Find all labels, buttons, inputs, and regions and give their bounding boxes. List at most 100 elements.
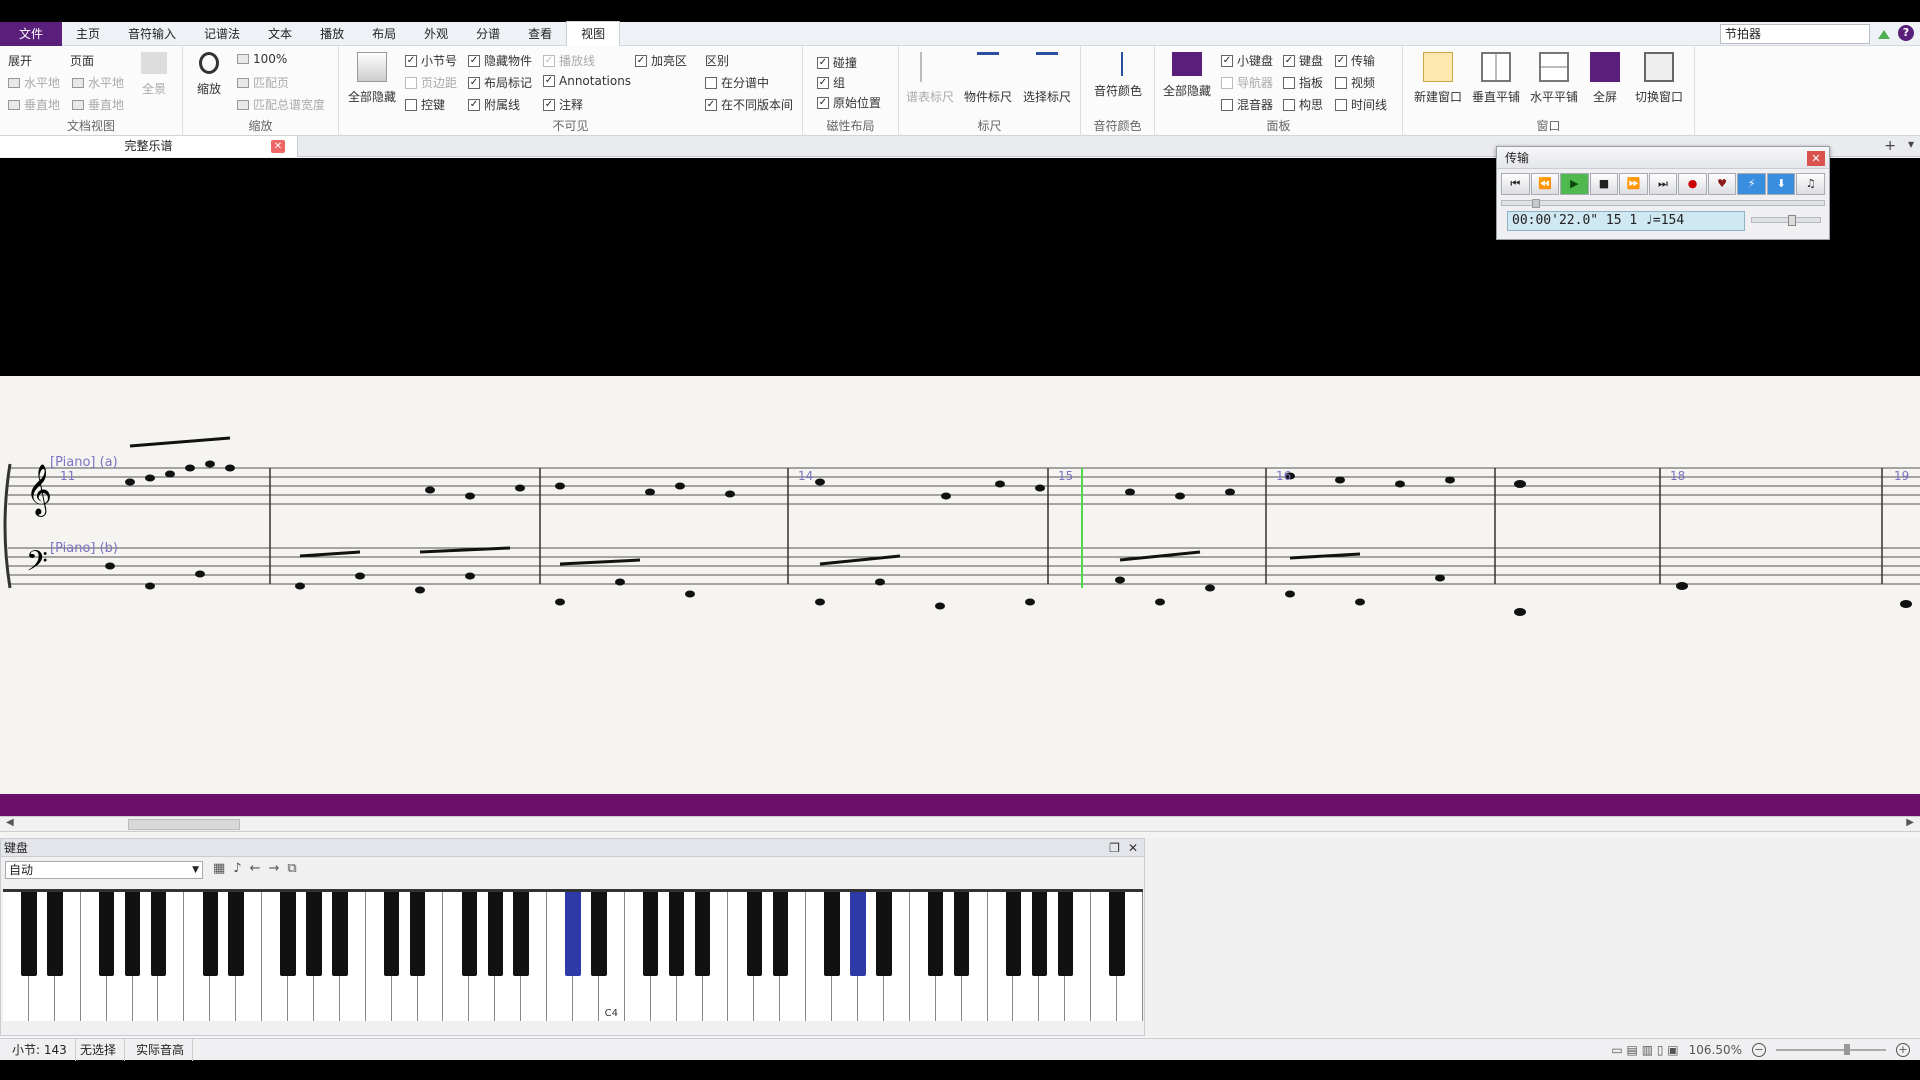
staff-ruler-button[interactable]: 谱表标尺 — [903, 52, 957, 105]
slider-knob[interactable] — [1532, 199, 1540, 208]
check-groups[interactable]: ✓ 组 — [817, 74, 845, 91]
fit-score-width-button[interactable]: 匹配总谱宽度 — [237, 96, 325, 113]
grid-icon[interactable]: ▦ — [213, 861, 225, 876]
zoom-out-icon[interactable]: − — [1752, 1043, 1766, 1057]
black-key[interactable] — [280, 892, 296, 976]
check-keyboard[interactable]: ✓ 键盘 — [1283, 52, 1323, 69]
check-playback-line[interactable]: ✓ 播放线 — [543, 52, 595, 69]
check-highlights[interactable]: ✓ 加亮区 — [635, 52, 687, 69]
black-key[interactable] — [642, 892, 659, 976]
tab-menu-icon[interactable]: ▾ — [1908, 137, 1914, 151]
menu-notations[interactable]: 记谱法 — [190, 22, 254, 46]
metronome-button[interactable]: ♫ — [1796, 173, 1826, 195]
black-key[interactable] — [513, 892, 529, 976]
check-page-margins[interactable]: 页边距 — [405, 74, 457, 91]
menu-view[interactable]: 视图 — [566, 21, 621, 46]
new-window-button[interactable]: 新建窗口 — [1411, 52, 1465, 105]
black-key[interactable] — [487, 892, 504, 976]
close-panel-icon[interactable]: ✕ — [1128, 839, 1138, 857]
vertical-button-1[interactable]: 垂直地 — [8, 96, 60, 113]
object-ruler-button[interactable]: 物件标尺 — [961, 52, 1015, 105]
zoom-slider[interactable] — [1776, 1044, 1886, 1055]
menu-play[interactable]: 播放 — [306, 22, 358, 46]
arrow-right-icon[interactable]: → — [269, 861, 280, 876]
black-key[interactable] — [565, 892, 581, 976]
check-hidden-objects[interactable]: ✓ 隐藏物件 — [468, 52, 532, 69]
scroll-right-icon[interactable]: ▶ — [1906, 817, 1914, 828]
stop-button[interactable]: ■ — [1589, 173, 1619, 195]
record-button[interactable]: ● — [1678, 173, 1707, 195]
note-colors-button[interactable]: 音符颜色 — [1091, 52, 1145, 99]
menu-home[interactable]: 主页 — [62, 22, 114, 46]
check-attachment-lines[interactable]: ✓ 附属线 — [468, 96, 520, 113]
check-differences[interactable]: 区别 — [705, 52, 729, 69]
black-key[interactable] — [150, 892, 167, 976]
black-key[interactable] — [591, 892, 607, 976]
black-key[interactable] — [409, 892, 426, 976]
zoom-in-icon[interactable]: + — [1896, 1043, 1910, 1057]
minimize-ribbon-icon[interactable] — [1878, 30, 1890, 39]
keyboard-scrollbar[interactable] — [3, 1021, 1143, 1035]
check-layout-marks[interactable]: ✓ 布局标记 — [468, 74, 532, 91]
menu-text[interactable]: 文本 — [254, 22, 306, 46]
tab-full-score[interactable]: 完整乐谱 ✕ — [0, 136, 298, 157]
black-key[interactable] — [1031, 892, 1048, 976]
check-collisions[interactable]: ✓ 碰撞 — [817, 54, 857, 71]
panels-hide-all-button[interactable]: 全部隐藏 — [1161, 52, 1213, 99]
menu-file[interactable]: 文件 — [0, 21, 62, 46]
black-key[interactable] — [1057, 892, 1074, 976]
horizontal-button-2[interactable]: 水平地 — [72, 74, 124, 91]
check-ideas[interactable]: 构思 — [1283, 96, 1323, 113]
horizontal-scrollbar[interactable]: ◀ ▶ — [0, 816, 1920, 832]
help-icon[interactable]: ? — [1898, 25, 1914, 41]
invisibles-hide-all-button[interactable]: 全部隐藏 — [347, 52, 397, 105]
black-key[interactable] — [1005, 892, 1022, 976]
horizontal-button-1[interactable]: 水平地 — [8, 74, 60, 91]
tempo-slider[interactable] — [1751, 215, 1821, 226]
menu-review[interactable]: 查看 — [514, 22, 566, 46]
check-timeline[interactable]: 时间线 — [1335, 96, 1387, 113]
score-canvas[interactable]: 𝄞 𝄢 [Piano] (a) [Piano] (b) 11 14 15 16 … — [0, 376, 1920, 794]
black-key[interactable] — [824, 892, 840, 976]
fast-forward-button[interactable]: ⏩ — [1619, 173, 1648, 195]
black-key[interactable] — [21, 892, 37, 976]
full-screen-button[interactable]: 全屏 — [1585, 52, 1625, 105]
vertical-button-2[interactable]: 垂直地 — [72, 96, 124, 113]
zoom-button[interactable]: 缩放 — [191, 52, 227, 97]
black-key[interactable] — [694, 892, 711, 976]
check-keypad[interactable]: ✓ 小键盘 — [1221, 52, 1273, 69]
black-key[interactable] — [876, 892, 892, 976]
tile-vertical-button[interactable]: 垂直平铺 — [1469, 52, 1523, 105]
black-key[interactable] — [850, 892, 866, 976]
black-key[interactable] — [306, 892, 322, 976]
play-button[interactable]: ▶ — [1560, 173, 1589, 195]
black-key[interactable] — [1109, 892, 1125, 976]
menu-layout[interactable]: 布局 — [358, 22, 410, 46]
note-icon[interactable]: ♪ — [233, 861, 241, 876]
black-key[interactable] — [927, 892, 944, 976]
switch-window-button[interactable]: 切换窗口 — [1629, 52, 1689, 105]
menu-note-input[interactable]: 音符输入 — [114, 22, 190, 46]
fit-page-button[interactable]: 匹配页 — [237, 74, 289, 91]
black-key[interactable] — [124, 892, 141, 976]
live-playback-button[interactable]: ⬇ — [1766, 173, 1796, 195]
close-transport-icon[interactable]: ✕ — [1807, 151, 1825, 166]
black-key[interactable] — [98, 892, 115, 976]
spread-button[interactable]: 展开 — [8, 52, 32, 69]
check-between-versions[interactable]: ✓ 在不同版本间 — [705, 96, 793, 113]
scroll-left-icon[interactable]: ◀ — [6, 817, 14, 828]
check-comments[interactable]: ✓ 注释 — [543, 96, 583, 113]
restore-panel-icon[interactable]: ❐ — [1109, 839, 1120, 857]
add-tab-icon[interactable]: + — [1884, 138, 1896, 154]
check-video[interactable]: 视频 — [1335, 74, 1375, 91]
transport-panel[interactable]: 传输 ✕ ⏮ ⏪ ▶ ■ ⏩ ⏭ ● ♥ ⚡ ⬇ ♫ 00:00'22.0" 1… — [1496, 146, 1830, 240]
check-fretboard[interactable]: 指板 — [1283, 74, 1323, 91]
window-icon[interactable]: ⧉ — [287, 861, 296, 876]
black-key[interactable] — [383, 892, 400, 976]
menu-parts[interactable]: 分谱 — [462, 22, 514, 46]
keyboard-mode-select[interactable]: 自动 ▼ — [5, 861, 203, 879]
check-original-position[interactable]: ✓ 原始位置 — [817, 94, 881, 111]
check-navigator[interactable]: 导航器 — [1221, 74, 1273, 91]
check-handles[interactable]: 控键 — [405, 96, 445, 113]
check-mixer[interactable]: 混音器 — [1221, 96, 1273, 113]
